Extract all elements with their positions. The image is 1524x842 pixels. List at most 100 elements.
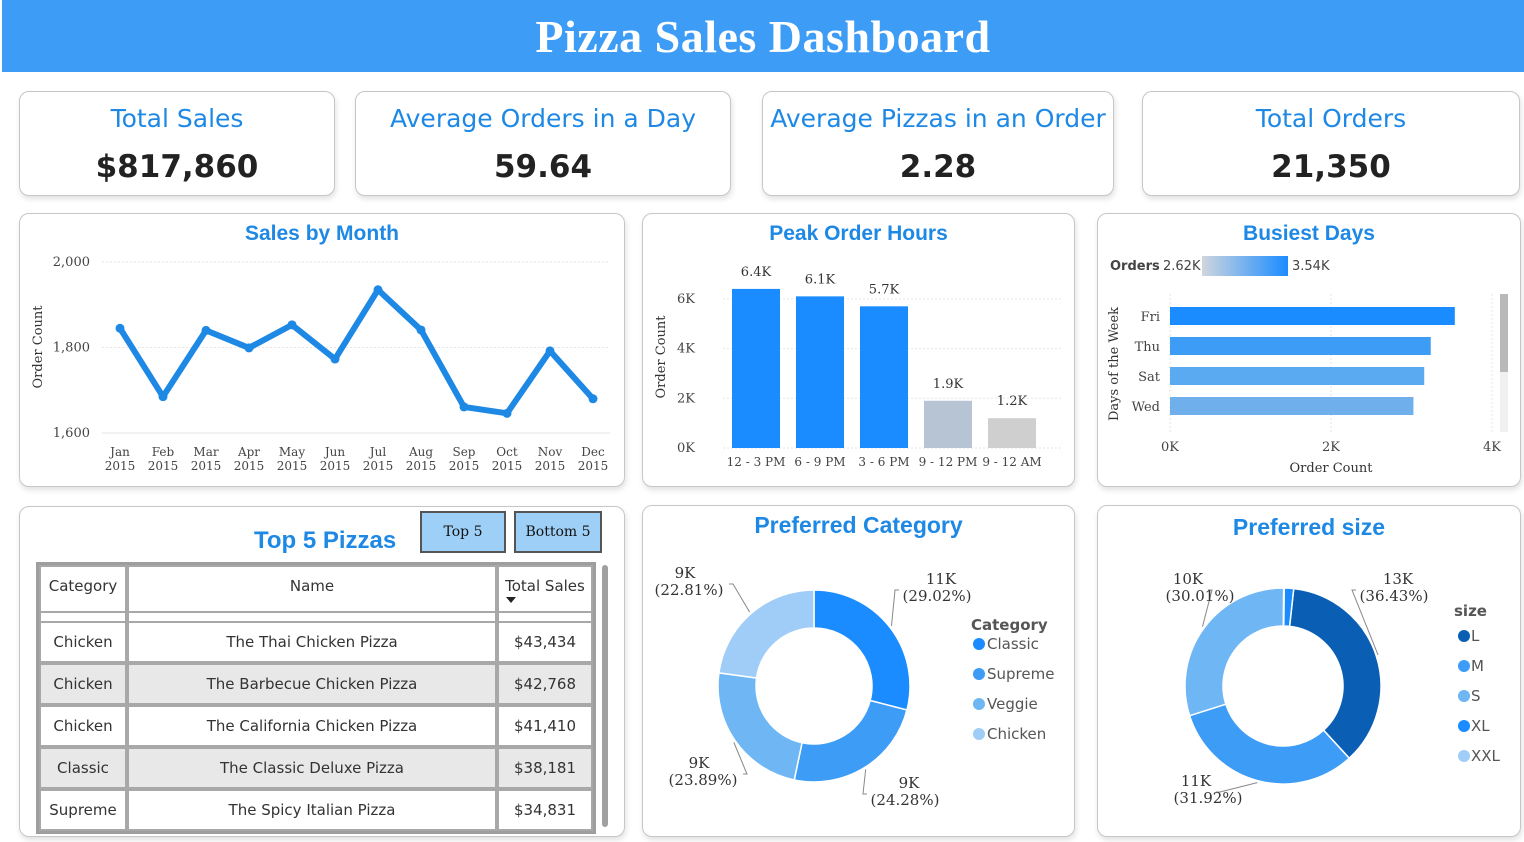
y-tick-label: Wed — [1132, 400, 1160, 415]
y-tick-label: Fri — [1141, 310, 1160, 325]
kpi-card-average-pizzas-order: Average Pizzas in an Order 2.28 — [762, 91, 1114, 196]
kpi-label: Average Orders in a Day — [390, 104, 696, 133]
data-point — [416, 325, 426, 335]
legend-marker — [973, 668, 985, 680]
data-point — [502, 408, 512, 418]
cell-total-sales: $43,434 — [497, 621, 593, 663]
kpi-card-total-sales: Total Sales $817,860 — [19, 91, 335, 196]
x-tick-label: Apr — [237, 445, 260, 459]
slice-value-label: 9K — [899, 774, 921, 792]
data-point — [373, 285, 383, 295]
top-5-button[interactable]: Top 5 — [420, 511, 506, 553]
table-row: Supreme The Spicy Italian Pizza $34,831 — [39, 789, 593, 831]
slice-percent-label: (23.89%) — [669, 771, 738, 789]
preferred-size-panel: Preferred size 13K (36.43%) 11K (31.92%) 10K… — [1097, 505, 1521, 837]
x-tick-year: 2015 — [578, 459, 609, 473]
y-tick-label: 1,800 — [53, 341, 90, 356]
x-tick-label: 9 - 12 PM — [919, 455, 978, 469]
x-tick-year: 2015 — [105, 459, 136, 473]
x-tick-label: 2K — [1322, 440, 1340, 455]
y-tick-label: 1,600 — [53, 426, 90, 441]
slice-value-label: 9K — [675, 564, 697, 582]
busiest-days-chart: Orders 2.62K 3.54K 0K 2K 4K Order Count Days of… — [1107, 256, 1508, 476]
x-tick-year: 2015 — [449, 459, 480, 473]
legend-item-label[interactable]: Chicken — [987, 725, 1046, 743]
data-point — [115, 323, 125, 333]
cell-category: Chicken — [39, 621, 127, 663]
donut-slice — [813, 589, 911, 711]
cell-name: The Barbecue Chicken Pizza — [127, 663, 497, 705]
day-bar — [1170, 397, 1414, 415]
kpi-value: $817,860 — [95, 149, 259, 185]
cell-category: Classic — [39, 747, 127, 789]
top-pizzas-title: Top 5 Pizzas — [254, 527, 397, 554]
legend-item-label[interactable]: Classic — [987, 635, 1039, 653]
data-point — [459, 402, 469, 412]
x-tick-label: Aug — [408, 445, 433, 459]
legend-item-label[interactable]: Supreme — [987, 665, 1054, 683]
x-tick-label: 4K — [1483, 440, 1501, 455]
column-header-category[interactable]: Category — [39, 565, 127, 613]
slice-percent-label: (31.92%) — [1174, 789, 1243, 807]
legend-item-label[interactable]: XL — [1471, 717, 1490, 735]
column-header-total-sales[interactable]: Total Sales — [497, 565, 593, 613]
x-tick-year: 2015 — [363, 459, 394, 473]
x-tick-label: Jan — [108, 445, 130, 459]
table-row: Chicken The Thai Chicken Pizza $43,434 — [39, 621, 593, 663]
sort-descending-icon[interactable] — [506, 597, 516, 603]
bar-data-label: 6.1K — [805, 272, 836, 287]
y-axis-title: Order Count — [654, 315, 669, 399]
donut-slice — [1288, 587, 1382, 760]
donut-slice — [717, 671, 803, 781]
slice-value-label: 11K — [1181, 772, 1212, 790]
kpi-card-total-orders: Total Orders 21,350 — [1142, 91, 1520, 196]
cell-name: The Thai Chicken Pizza — [127, 621, 497, 663]
day-bar — [1170, 307, 1455, 325]
x-tick-label: May — [279, 445, 305, 459]
x-tick-label: Oct — [496, 445, 518, 459]
x-tick-label: 3 - 6 PM — [858, 455, 909, 469]
data-point — [158, 392, 168, 402]
table-scrollbar[interactable] — [602, 565, 608, 827]
x-axis-title: Order Count — [1290, 461, 1374, 476]
legend-label: Orders — [1110, 259, 1160, 274]
legend-item-label[interactable]: M — [1471, 657, 1484, 675]
column-header-name[interactable]: Name — [127, 565, 497, 613]
legend-marker — [1458, 720, 1470, 732]
slice-percent-label: (22.81%) — [655, 581, 724, 599]
peak-order-hours-panel: Peak Order Hours 6K 4K 2K 0K Order Count 6.4K… — [642, 213, 1075, 487]
chart-scrollbar[interactable] — [1500, 294, 1508, 372]
legend-item-label[interactable]: XXL — [1471, 747, 1501, 765]
donut-slice — [1184, 587, 1285, 717]
kpi-label: Total Orders — [1255, 104, 1407, 133]
busiest-days-panel: Busiest Days Orders 2.62K 3.54K 0K 2K 4K Order… — [1097, 213, 1521, 487]
x-tick-label: Jun — [323, 445, 346, 459]
x-tick-year: 2015 — [234, 459, 265, 473]
kpi-label: Average Pizzas in an Order — [770, 104, 1106, 133]
dashboard-title: Pizza Sales Dashboard — [535, 10, 991, 62]
bar-data-label: 1.9K — [933, 377, 964, 392]
legend-title: size — [1454, 602, 1487, 620]
hour-bar — [732, 288, 780, 448]
sales-by-month-panel: Sales by Month 2,000 1,800 1,600 Order Coun… — [19, 213, 625, 487]
leader-line — [729, 583, 751, 613]
donut-slice — [1188, 703, 1351, 785]
legend-item-label[interactable]: S — [1471, 687, 1481, 705]
slice-value-label: 10K — [1173, 570, 1204, 588]
slice-value-label: 11K — [926, 570, 957, 588]
bottom-5-button[interactable]: Bottom 5 — [514, 511, 602, 553]
y-tick-label: Thu — [1135, 340, 1160, 355]
hour-bar — [796, 296, 844, 448]
legend-item-label[interactable]: L — [1471, 627, 1480, 645]
peak-order-hours-chart: 6K 4K 2K 0K Order Count 6.4K 12 - 3 PM 6.1K 6 - … — [654, 265, 1063, 469]
x-tick-year: 2015 — [191, 459, 222, 473]
cell-category: Supreme — [39, 789, 127, 831]
legend-item-label[interactable]: Veggie — [987, 695, 1038, 713]
cell-total-sales: $41,410 — [497, 705, 593, 747]
y-axis-title: Order Count — [31, 305, 46, 389]
x-tick-label: Dec — [581, 445, 605, 459]
data-point — [588, 394, 598, 404]
cell-total-sales: $34,831 — [497, 789, 593, 831]
x-tick-label: Nov — [538, 445, 563, 459]
x-tick-year: 2015 — [406, 459, 437, 473]
